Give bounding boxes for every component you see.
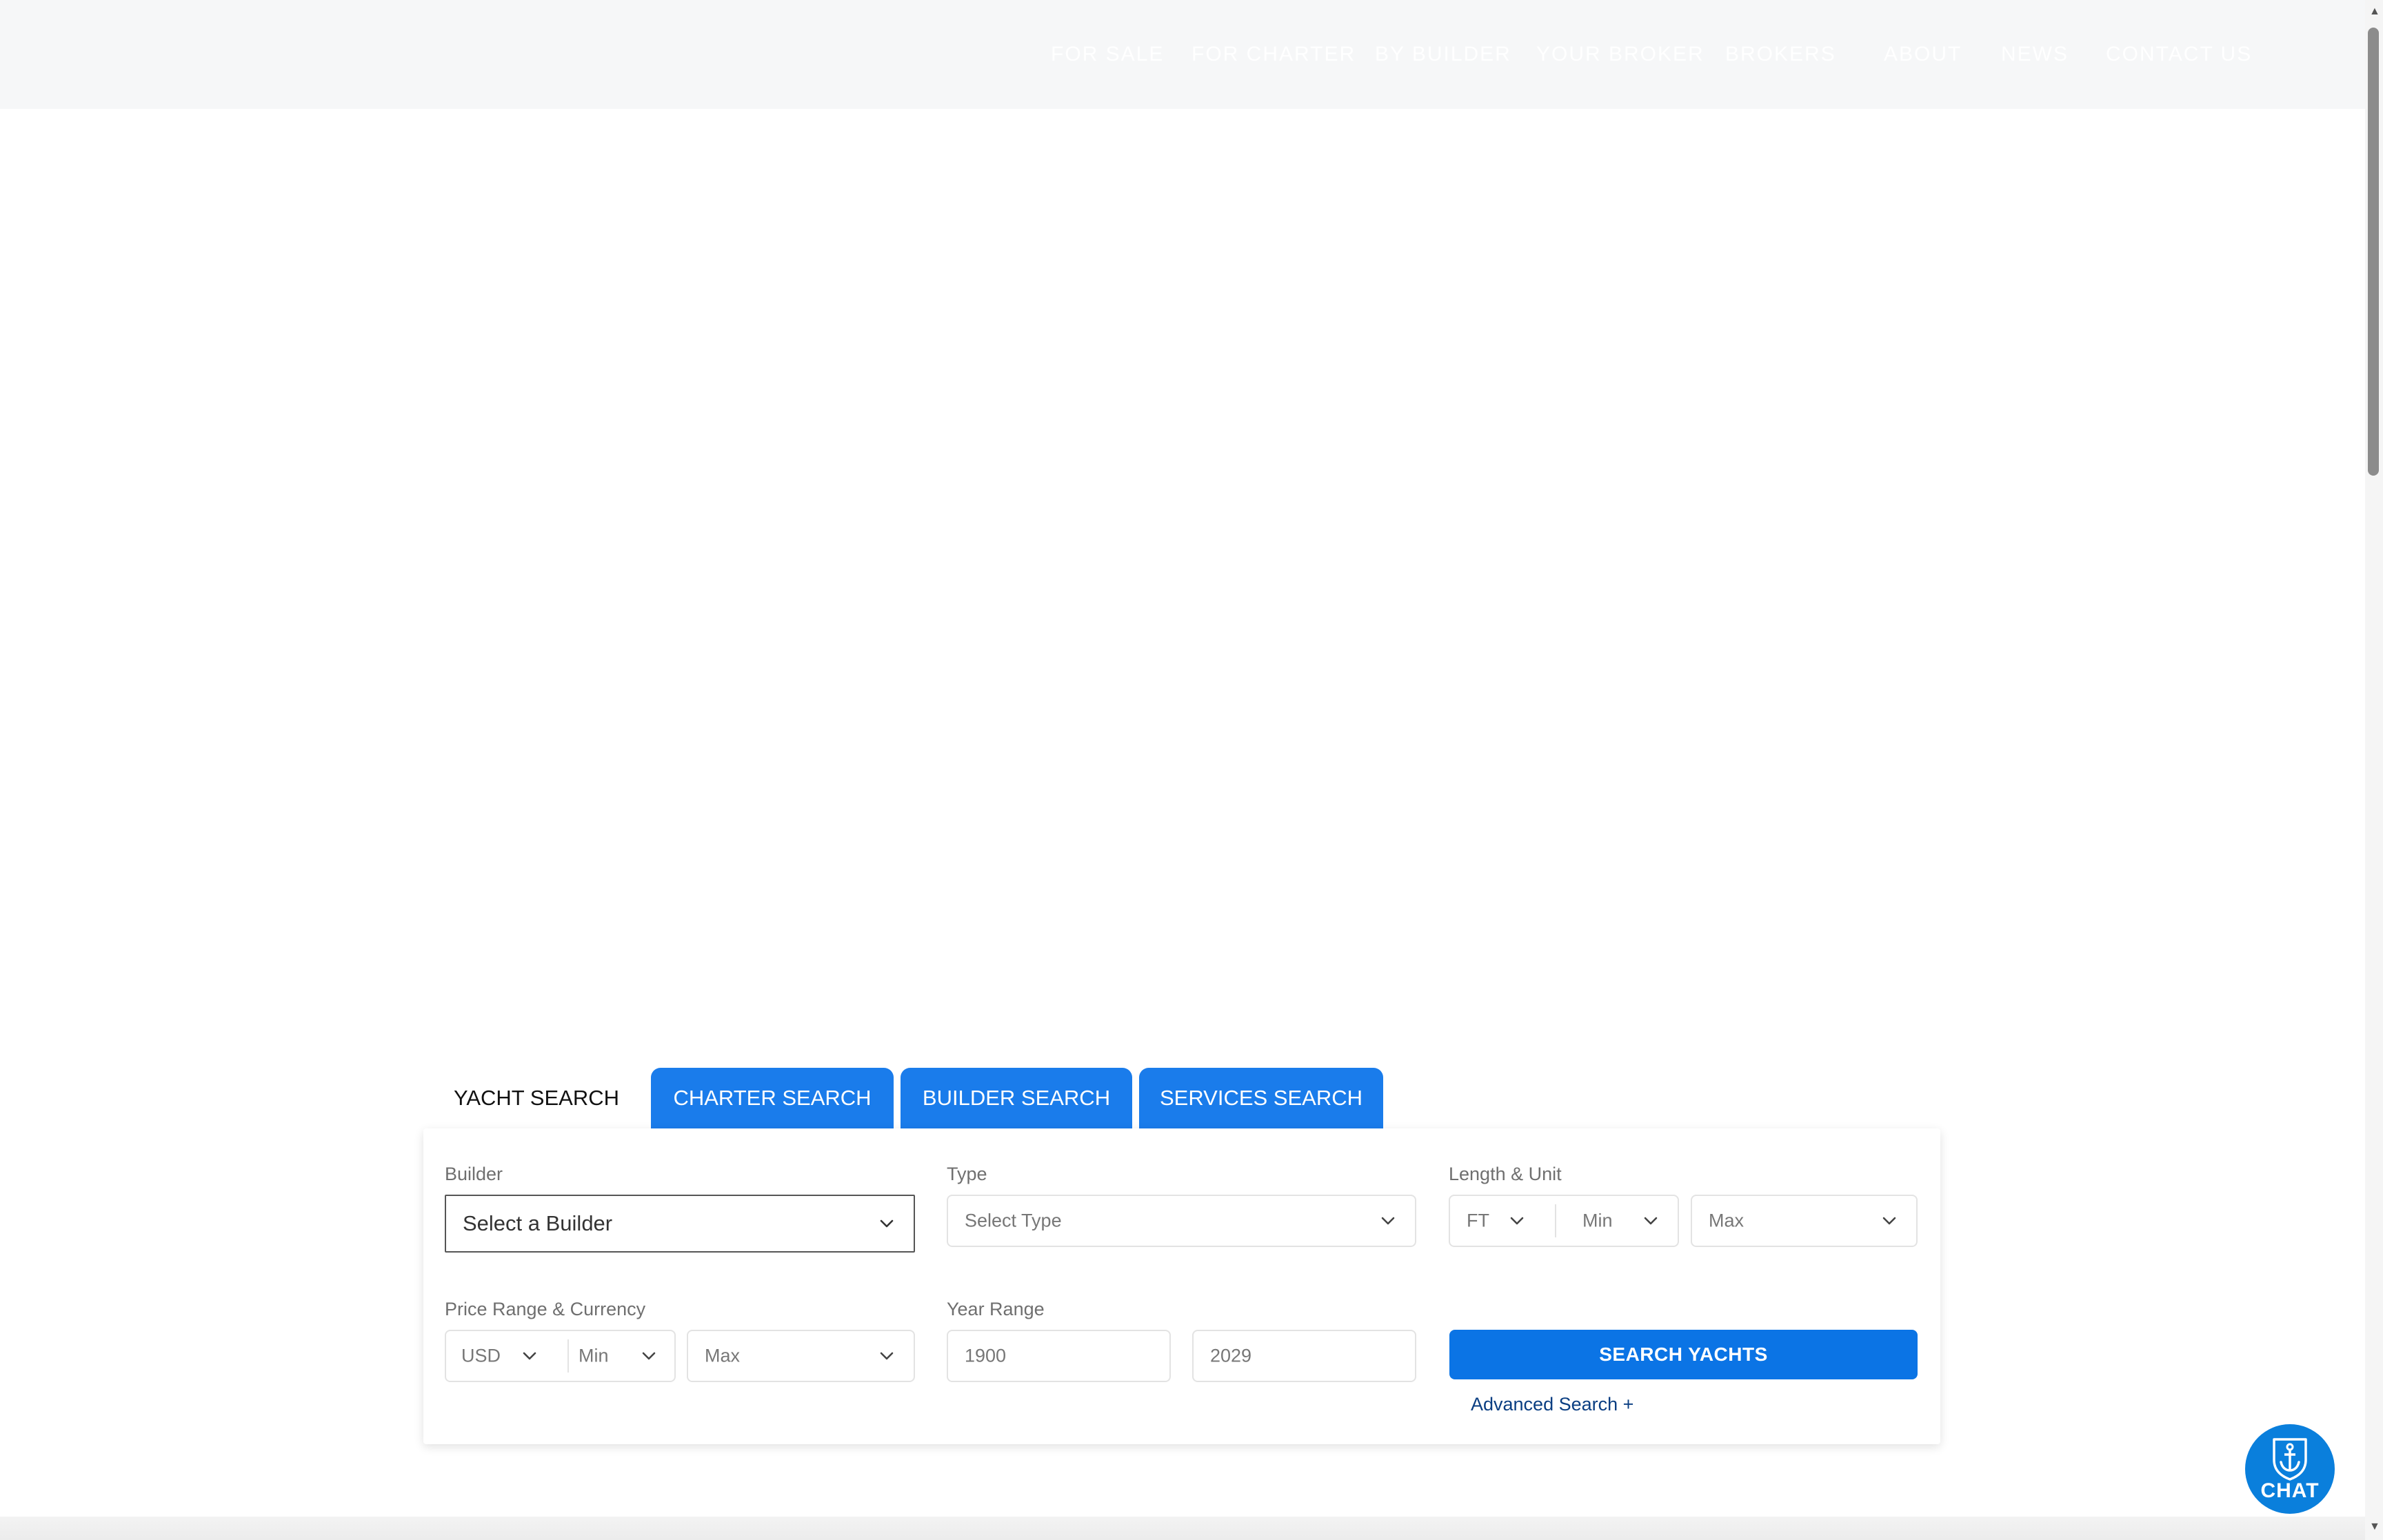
year-from-input[interactable]: 1900 [947,1330,1171,1382]
anchor-icon [2273,1438,2307,1481]
type-select-value: Select Type [965,1210,1062,1231]
search-yachts-button[interactable]: SEARCH YACHTS [1449,1330,1918,1379]
nav-item-contact-us[interactable]: CONTACT US [2106,43,2252,66]
tab-yacht-search[interactable]: YACHT SEARCH [436,1068,637,1128]
chevron-down-icon [523,1352,536,1360]
nav-item-for-charter[interactable]: FOR CHARTER [1192,43,1356,66]
chat-label: CHAT [2260,1479,2320,1502]
length-max-value: Max [1709,1210,1744,1231]
chevron-down-icon [642,1352,656,1360]
builder-label: Builder [445,1164,503,1184]
nav-item-brokers[interactable]: BROKERS [1725,43,1836,66]
next-section-edge [0,1517,2365,1540]
currency-select[interactable]: USD [461,1346,501,1367]
year-to-input[interactable]: 2029 [1192,1330,1416,1382]
nav-item-for-sale[interactable]: FOR SALE [1051,43,1164,66]
scroll-down-icon[interactable]: ▼ [2369,1521,2380,1533]
tab-charter-search[interactable]: CHARTER SEARCH [651,1068,894,1128]
length-group: FT Min [1449,1195,1679,1247]
advanced-search-link[interactable]: Advanced Search + [1471,1394,1633,1415]
chevron-down-icon [1381,1217,1395,1225]
nav-item-about[interactable]: ABOUT [1884,43,1962,66]
year-from-value: 1900 [965,1345,1007,1366]
divider [567,1339,569,1372]
type-label: Type [947,1164,987,1184]
builder-select-value: Select a Builder [463,1211,613,1235]
price-group: USD Min [445,1330,676,1382]
chevron-down-icon [880,1219,894,1228]
price-min-select[interactable]: Min [579,1346,609,1367]
length-unit-select[interactable]: FT [1467,1210,1489,1232]
scrollbar-thumb[interactable] [2368,28,2379,476]
search-panel [423,1128,1940,1444]
chevron-down-icon [1510,1217,1524,1225]
year-to-value: 2029 [1210,1345,1252,1366]
scroll-up-icon[interactable]: ▲ [2369,6,2380,18]
year-label: Year Range [947,1299,1045,1319]
length-min-select[interactable]: Min [1582,1210,1613,1232]
price-max-select[interactable]: Max [687,1330,915,1382]
length-label: Length & Unit [1449,1164,1562,1184]
chat-button[interactable]: CHAT [2245,1424,2335,1514]
price-max-value: Max [705,1345,741,1366]
builder-select[interactable]: Select a Builder [445,1195,915,1253]
divider [1555,1204,1556,1237]
tab-services-search[interactable]: SERVICES SEARCH [1139,1068,1383,1128]
type-select[interactable]: Select Type [947,1195,1416,1247]
nav-item-by-builder[interactable]: BY BUILDER [1375,43,1511,66]
tab-builder-search[interactable]: BUILDER SEARCH [901,1068,1132,1128]
price-label: Price Range & Currency [445,1299,646,1319]
nav-item-news[interactable]: NEWS [2001,43,2069,66]
site-header: FOR SALE FOR CHARTER BY BUILDER YOUR BRO… [0,0,2365,109]
length-max-select[interactable]: Max [1691,1195,1918,1247]
chevron-down-icon [1644,1217,1658,1225]
chevron-down-icon [880,1352,894,1360]
nav-item-your-broker[interactable]: YOUR BROKER [1536,43,1705,66]
chevron-down-icon [1882,1217,1896,1225]
